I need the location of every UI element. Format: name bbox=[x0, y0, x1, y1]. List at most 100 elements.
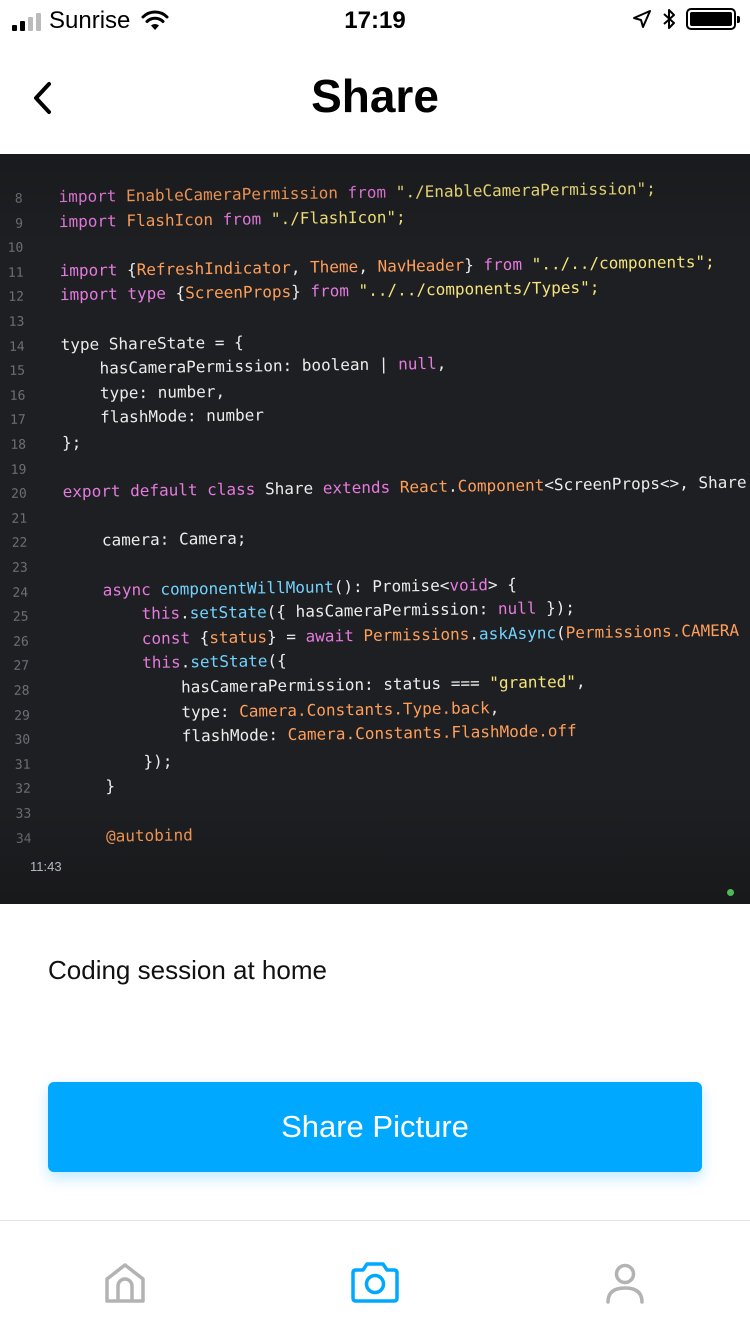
photo-code-line: 34 @autobind bbox=[9, 823, 193, 850]
photo-code-token: , bbox=[358, 256, 378, 276]
share-picture-button[interactable]: Share Picture bbox=[48, 1082, 702, 1172]
photo-code-token: , bbox=[436, 353, 447, 374]
photo-code-token: async bbox=[63, 579, 161, 600]
photo-line-number: 17 bbox=[9, 413, 26, 429]
photo-code-token: "./FlashIcon"; bbox=[270, 206, 406, 228]
photo-line-number: 25 bbox=[12, 609, 29, 626]
photo-code-token: } bbox=[291, 282, 311, 302]
photo-code-token: ({ bbox=[267, 651, 287, 671]
photo-line-number: 11 bbox=[7, 265, 24, 281]
photo-code-token: EnableCameraPermission bbox=[125, 183, 348, 206]
shared-photo: 8 import EnableCameraPermission from "./E… bbox=[0, 154, 750, 904]
photo-line-number: 9 bbox=[15, 216, 24, 232]
page-title: Share bbox=[311, 70, 439, 122]
photo-line-number: 22 bbox=[11, 536, 28, 552]
photo-code-token: @autobind bbox=[67, 824, 193, 846]
photo-line-number: 31 bbox=[14, 757, 31, 773]
photo-line-number: 24 bbox=[12, 585, 29, 601]
photo-code-line: 31 }); bbox=[8, 749, 173, 775]
photo-code-token: null bbox=[497, 598, 537, 619]
status-bar: Sunrise 17:19 bbox=[0, 0, 750, 40]
photo-code-token: status bbox=[209, 627, 268, 647]
location-icon bbox=[633, 10, 651, 28]
photo-code-token: . bbox=[179, 603, 190, 623]
photo-code-token: void bbox=[449, 574, 489, 595]
photo-code-token: Permissions.CAMERA bbox=[565, 620, 740, 642]
photo-code-line: 33 bbox=[9, 800, 67, 825]
photo-code-token: Share bbox=[264, 478, 323, 499]
photo-code-token: . bbox=[447, 476, 458, 496]
photo-code-token: }); bbox=[66, 751, 173, 772]
photo-code-token: from bbox=[222, 208, 271, 229]
photo-code-token: extends bbox=[322, 477, 400, 498]
photo-line-number: 8 bbox=[14, 191, 23, 207]
photo-code-token: askAsync bbox=[478, 623, 557, 644]
photo-code-token: type: number, bbox=[61, 381, 226, 403]
photo-line-number: 20 bbox=[10, 486, 27, 503]
photo-code-token: this bbox=[64, 652, 181, 674]
photo-code-token: await bbox=[305, 625, 364, 646]
photo-code-content: 8 import EnableCameraPermission from "./E… bbox=[0, 154, 750, 904]
photo-code-token: ScreenProps bbox=[185, 282, 292, 303]
photo-code-token: > { bbox=[487, 574, 517, 594]
photo-code-line: 18}; bbox=[4, 431, 82, 456]
photo-line-number: 23 bbox=[12, 560, 28, 576]
photo-code-line: 22 camera: Camera; bbox=[5, 527, 247, 554]
photo-code-token: setState bbox=[189, 602, 267, 623]
photo-code-token: componentWillMount bbox=[160, 576, 334, 599]
photo-code-token: Permissions bbox=[363, 624, 470, 645]
photo-code-line: 9 import FlashIcon from "./FlashIcon"; bbox=[1, 205, 406, 235]
camera-icon bbox=[351, 1262, 399, 1303]
tab-profile[interactable] bbox=[597, 1255, 653, 1311]
photo-code-line: 20 export default class Share extends Rea… bbox=[5, 471, 747, 505]
tab-bar bbox=[0, 1220, 750, 1334]
photo-line-number: 27 bbox=[13, 659, 30, 675]
nav-bar: Share bbox=[0, 40, 750, 154]
photo-code-token: null bbox=[397, 354, 437, 374]
photo-code-token: RefreshIndicator bbox=[136, 257, 291, 279]
photo-indicator-dot bbox=[727, 889, 734, 896]
photo-code-token: , bbox=[575, 671, 586, 692]
photo-code-line: 27 this.setState({ bbox=[7, 649, 287, 677]
photo-code-token: hasCameraPermission: boolean | bbox=[60, 354, 399, 379]
user-icon bbox=[606, 1263, 644, 1304]
photo-code-token: { bbox=[175, 283, 186, 303]
photo-code-token: <ScreenProps<>, Share bbox=[544, 472, 747, 495]
tab-home[interactable] bbox=[97, 1255, 153, 1311]
photo-line-number: 16 bbox=[9, 388, 26, 404]
photo-line-number: 30 bbox=[14, 732, 31, 749]
photo-code-token: type: bbox=[65, 701, 240, 723]
photo-line-number: 34 bbox=[15, 831, 32, 847]
photo-code-token: Component bbox=[457, 475, 545, 496]
photo-code-token: { bbox=[199, 627, 210, 648]
photo-line-number: 19 bbox=[10, 462, 27, 478]
photo-code-line: 21 bbox=[5, 505, 63, 530]
photo-code-token: }; bbox=[61, 432, 82, 453]
photo-line-number: 13 bbox=[8, 314, 25, 330]
photo-code-line: 14 type ShareState = { bbox=[3, 330, 244, 357]
photo-code-token: hasCameraPermission: status === bbox=[65, 673, 490, 699]
tab-camera[interactable] bbox=[347, 1255, 403, 1311]
photo-code-token: import bbox=[59, 260, 128, 280]
photo-code-token: } bbox=[66, 776, 116, 797]
photo-code-token: import type bbox=[59, 283, 176, 305]
photo-code-token: NavHeader bbox=[377, 255, 465, 276]
photo-line-number: 29 bbox=[14, 708, 30, 724]
photo-line-number: 32 bbox=[15, 782, 31, 798]
photo-screen-time: 11:43 bbox=[30, 859, 62, 874]
photo-line-number: 15 bbox=[9, 363, 26, 380]
photo-code-token: this bbox=[64, 603, 181, 625]
photo-line-number: 14 bbox=[8, 339, 25, 355]
photo-code-token: . bbox=[469, 624, 480, 644]
photo-line-number: 12 bbox=[8, 290, 25, 306]
photo-code-token: Camera.Constants.FlashMode.off bbox=[287, 721, 577, 745]
photo-code-token: setState bbox=[190, 651, 268, 672]
photo-code-token: import bbox=[58, 210, 127, 231]
photo-line-number: 33 bbox=[15, 806, 32, 822]
photo-code-token: (): Promise< bbox=[333, 575, 450, 596]
photo-code-token: type ShareState = { bbox=[60, 332, 244, 354]
photo-code-line: 10 bbox=[1, 234, 59, 259]
photo-code-line: 17 flashMode: number bbox=[4, 404, 265, 432]
photo-line-number: 28 bbox=[13, 683, 30, 699]
photo-code-token: camera: Camera; bbox=[63, 528, 247, 551]
